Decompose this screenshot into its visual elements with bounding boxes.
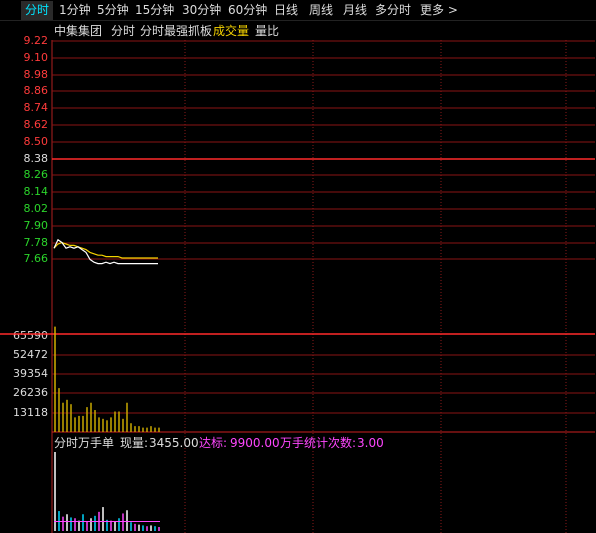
wanshou-target-label: 达标: (199, 436, 228, 450)
wanshou-target-value: 9900.00 (230, 436, 280, 450)
wanshou-count-value: 3.00 (357, 436, 384, 450)
wanshou-current-value: 3455.00 (149, 436, 199, 450)
wanshou-count-label: 万手统计次数: (280, 436, 357, 450)
intraday-chart (0, 40, 595, 533)
wanshou-title: 分时万手单 (54, 436, 115, 450)
avg-price-line (53, 241, 158, 259)
wanshou-current-label: 现量: (120, 436, 149, 450)
